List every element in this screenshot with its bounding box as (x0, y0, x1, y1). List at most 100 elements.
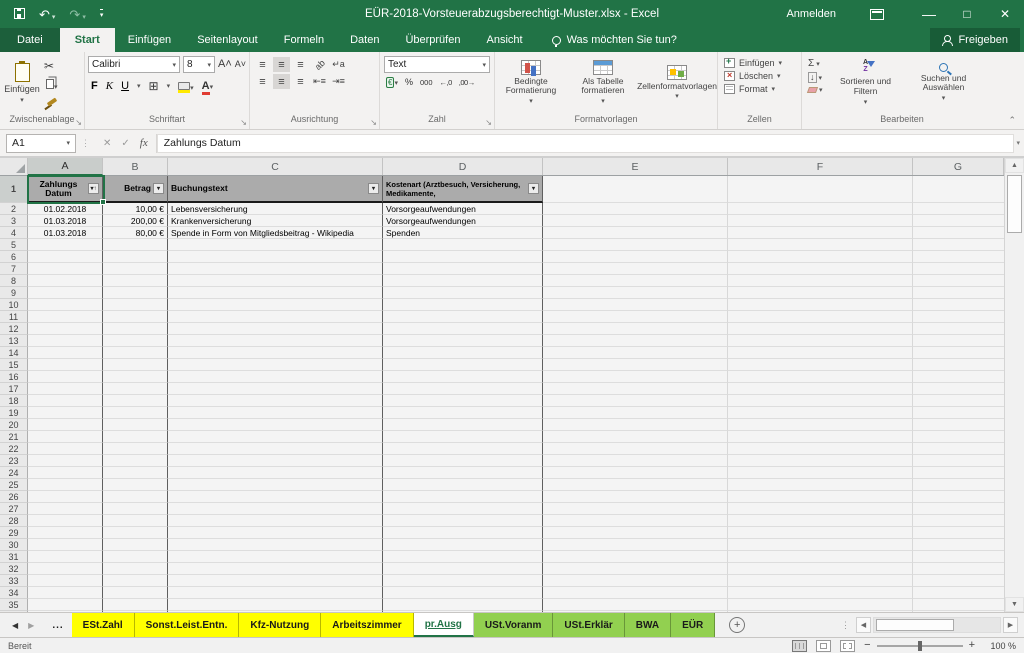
scroll-down-icon[interactable]: ▼ (1005, 597, 1024, 612)
cell-C28[interactable] (168, 515, 383, 527)
sheet-overflow-tab[interactable]: ... (44, 613, 71, 637)
cell-G9[interactable] (913, 287, 1004, 299)
cell-D7[interactable] (383, 263, 543, 275)
cell-G4[interactable] (913, 227, 1004, 239)
cell-F33[interactable] (728, 575, 913, 587)
cell-B21[interactable] (103, 431, 168, 443)
row-header-15[interactable]: 15 (0, 359, 28, 371)
sheet-tab-kfz-nutzung[interactable]: Kfz-Nutzung (239, 613, 321, 637)
cell-E8[interactable] (543, 275, 728, 287)
conditional-formatting-button[interactable]: Bedingte Formatierung ▾ (495, 54, 567, 112)
filter-dropdown-icon[interactable]: ▾ (368, 183, 379, 194)
fill-color-icon[interactable]: ▾ (178, 77, 194, 95)
cell-F4[interactable] (728, 227, 913, 239)
row-header-19[interactable]: 19 (0, 407, 28, 419)
formula-input[interactable]: Zahlungs Datum (157, 134, 1015, 153)
cell-G20[interactable] (913, 419, 1004, 431)
hscroll-thumb[interactable] (876, 619, 954, 631)
cell-E7[interactable] (543, 263, 728, 275)
maximize-button[interactable]: □ (948, 0, 986, 28)
cell-E18[interactable] (543, 395, 728, 407)
cell-D33[interactable] (383, 575, 543, 587)
cell-C7[interactable] (168, 263, 383, 275)
cell-A15[interactable] (28, 359, 103, 371)
cell-E30[interactable] (543, 539, 728, 551)
cell-B35[interactable] (103, 599, 168, 611)
cell-E2[interactable] (543, 203, 728, 215)
cell-A21[interactable] (28, 431, 103, 443)
cell-B34[interactable] (103, 587, 168, 599)
view-normal-button[interactable] (792, 640, 807, 652)
cell-G13[interactable] (913, 335, 1004, 347)
cell-F20[interactable] (728, 419, 913, 431)
cell-G29[interactable] (913, 527, 1004, 539)
cell-A2[interactable]: 01.02.2018 (28, 203, 103, 215)
cell-A30[interactable] (28, 539, 103, 551)
row-header-9[interactable]: 9 (0, 287, 28, 299)
cell-G27[interactable] (913, 503, 1004, 515)
cell-G14[interactable] (913, 347, 1004, 359)
cell-C12[interactable] (168, 323, 383, 335)
cell-B2[interactable]: 10,00 € (103, 203, 168, 215)
cell-C14[interactable] (168, 347, 383, 359)
cell-E6[interactable] (543, 251, 728, 263)
align-center-icon[interactable]: ≡ (273, 74, 290, 89)
cell-E31[interactable] (543, 551, 728, 563)
ribbon-display-options-icon[interactable] (870, 9, 884, 20)
sheet-prev-icon[interactable]: ◀ (12, 621, 18, 630)
cell-D4[interactable]: Spenden (383, 227, 543, 239)
cell-G16[interactable] (913, 371, 1004, 383)
column-header-F[interactable]: F (728, 158, 913, 175)
cell-A10[interactable] (28, 299, 103, 311)
minimize-button[interactable]: — (910, 0, 948, 28)
sheet-tab-sonst-leist-entn[interactable]: Sonst.Leist.Entn. (135, 613, 240, 637)
cell-E17[interactable] (543, 383, 728, 395)
italic-button[interactable]: K (106, 80, 113, 92)
cell-A23[interactable] (28, 455, 103, 467)
sheet-tab-ust-erklär[interactable]: USt.Erklär (553, 613, 624, 637)
cell-D30[interactable] (383, 539, 543, 551)
cell-D18[interactable] (383, 395, 543, 407)
zoom-in-button[interactable]: + (969, 640, 975, 651)
row-header-4[interactable]: 4 (0, 227, 28, 239)
cell-D27[interactable] (383, 503, 543, 515)
cell-D34[interactable] (383, 587, 543, 599)
align-right-icon[interactable]: ≡ (292, 74, 309, 89)
increase-decimal-icon[interactable]: ←,0 (440, 78, 452, 87)
row-header-10[interactable]: 10 (0, 299, 28, 311)
cell-C15[interactable] (168, 359, 383, 371)
cell-A14[interactable] (28, 347, 103, 359)
cell-G21[interactable] (913, 431, 1004, 443)
redo-button[interactable]: ↷▾ (69, 8, 85, 21)
dialog-launcher-icon[interactable]: ↘ (485, 118, 492, 127)
new-sheet-button[interactable]: + (729, 617, 745, 633)
dialog-launcher-icon[interactable]: ↘ (240, 118, 247, 127)
cell-D21[interactable] (383, 431, 543, 443)
cell-D32[interactable] (383, 563, 543, 575)
font-color-icon[interactable]: A▾ (202, 76, 213, 95)
row-header-21[interactable]: 21 (0, 431, 28, 443)
cell-D6[interactable] (383, 251, 543, 263)
cell-A34[interactable] (28, 587, 103, 599)
cell-C21[interactable] (168, 431, 383, 443)
bold-button[interactable]: F (91, 80, 98, 92)
cell-C9[interactable] (168, 287, 383, 299)
cell-A6[interactable] (28, 251, 103, 263)
cell-F17[interactable] (728, 383, 913, 395)
ribbon-tab-daten[interactable]: Daten (337, 28, 392, 52)
cell-C16[interactable] (168, 371, 383, 383)
customize-qat-icon[interactable]: ▾ (100, 9, 104, 19)
ribbon-tab-datei[interactable]: Datei (0, 28, 60, 52)
cell-C8[interactable] (168, 275, 383, 287)
cell-B20[interactable] (103, 419, 168, 431)
row-header-23[interactable]: 23 (0, 455, 28, 467)
row-header-31[interactable]: 31 (0, 551, 28, 563)
cell-E23[interactable] (543, 455, 728, 467)
cell-D20[interactable] (383, 419, 543, 431)
cell-F7[interactable] (728, 263, 913, 275)
header-cell-B[interactable]: Betrag▾ (103, 176, 168, 203)
cell-A32[interactable] (28, 563, 103, 575)
cell-B18[interactable] (103, 395, 168, 407)
cell-E20[interactable] (543, 419, 728, 431)
dialog-launcher-icon[interactable]: ↘ (370, 118, 377, 127)
